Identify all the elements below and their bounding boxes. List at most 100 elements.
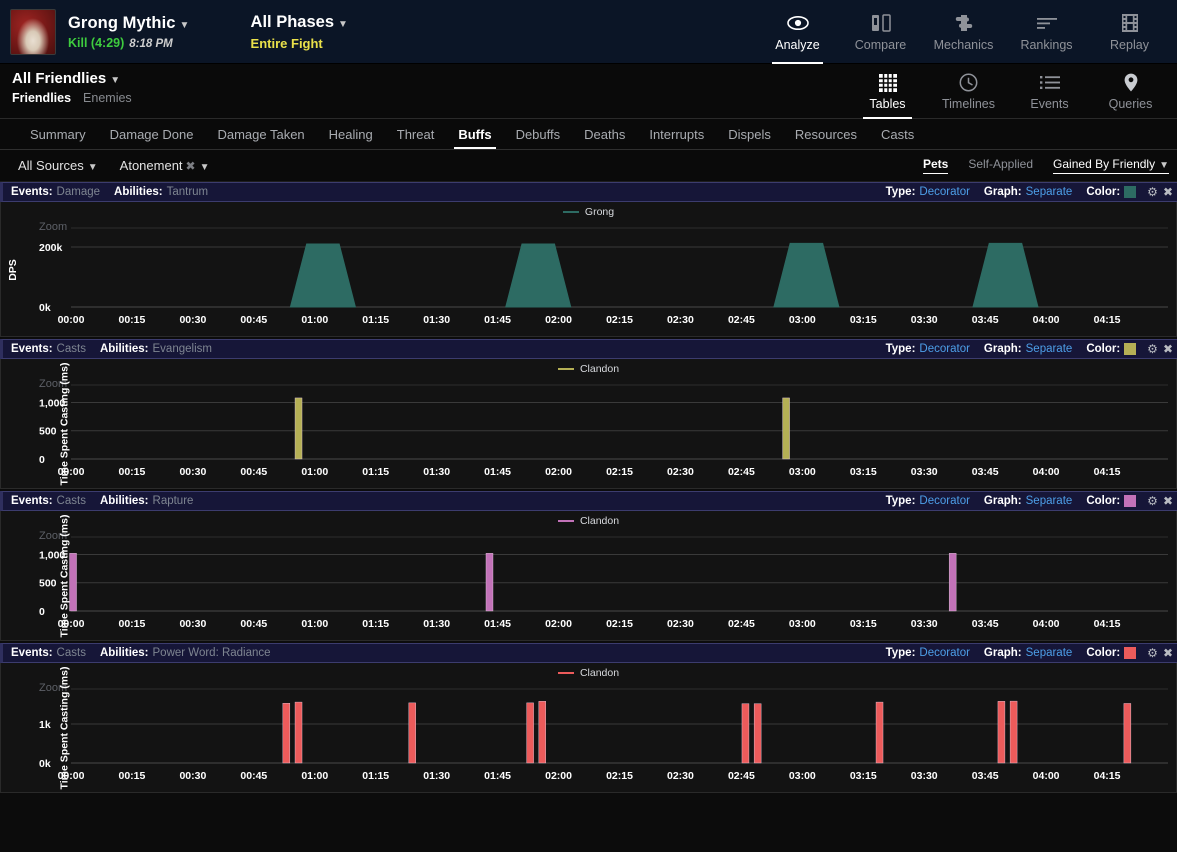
panel-abilities-group: Abilities: Power Word: Radiance [100, 647, 271, 659]
grid-icon [878, 73, 897, 93]
abilities-key: Abilities: [99, 343, 149, 355]
toggle-enemies[interactable]: Enemies [83, 91, 132, 105]
close-x-icon[interactable]: ✖ [1163, 342, 1173, 356]
chart[interactable]: 1,000 500 0 00:00 00:15 00:30 00:45 01:00 01:15 0… [1, 359, 1176, 489]
chart-legend: Clandon [1, 515, 1176, 527]
subnav-label: Timelines [941, 96, 996, 111]
svg-text:04:00: 04:00 [1033, 618, 1060, 630]
ability-filter-label: Atonement [119, 158, 183, 173]
events-value[interactable]: Casts [57, 343, 86, 355]
close-x-icon[interactable]: ✖ [1163, 646, 1173, 660]
option-pets[interactable]: Pets [922, 157, 949, 174]
legend-color-line [557, 672, 574, 674]
tab-damage-taken[interactable]: Damage Taken [205, 119, 316, 149]
abilities-value[interactable]: Evangelism [153, 343, 212, 355]
subnav-item-tables[interactable]: Tables [847, 64, 928, 119]
tab-interrupts[interactable]: Interrupts [637, 119, 716, 149]
events-value[interactable]: Casts [57, 647, 86, 659]
tab-deaths[interactable]: Deaths [572, 119, 637, 149]
svg-text:00:45: 00:45 [240, 314, 267, 326]
type-key: Type: [885, 186, 916, 198]
svg-text:03:45: 03:45 [972, 466, 999, 478]
svg-text:00:30: 00:30 [179, 466, 206, 478]
gear-icon[interactable]: ⚙ [1147, 342, 1158, 356]
close-x-icon[interactable]: ✖ [1163, 185, 1173, 199]
zoom-label[interactable]: Zoom [39, 221, 67, 233]
tab-debuffs[interactable]: Debuffs [504, 119, 573, 149]
svg-text:03:45: 03:45 [972, 618, 999, 630]
type-value[interactable]: Decorator [919, 186, 970, 198]
gear-icon[interactable]: ⚙ [1147, 646, 1158, 660]
all-sources-dropdown[interactable]: All Sources ▼ [18, 158, 98, 173]
puzzle-icon [954, 12, 974, 34]
tab-summary[interactable]: Summary [18, 119, 98, 149]
tab-buffs[interactable]: Buffs [446, 119, 503, 149]
abilities-value[interactable]: Tantrum [167, 186, 209, 198]
phase-selector[interactable]: All Phases ▼ [251, 13, 348, 32]
toggle-friendlies[interactable]: Friendlies [12, 91, 71, 105]
color-swatch[interactable] [1124, 495, 1137, 507]
type-value[interactable]: Decorator [919, 647, 970, 659]
tab-threat[interactable]: Threat [385, 119, 447, 149]
legend-label: Clandon [579, 363, 620, 375]
svg-text:03:15: 03:15 [850, 314, 877, 326]
nav-item-replay[interactable]: Replay [1088, 0, 1171, 64]
nav-item-compare[interactable]: Compare [839, 0, 922, 64]
svg-text:01:45: 01:45 [484, 466, 511, 478]
tab-dispels[interactable]: Dispels [716, 119, 783, 149]
nav-item-analyze[interactable]: Analyze [756, 0, 839, 64]
svg-text:04:00: 04:00 [1033, 314, 1060, 326]
tab-casts[interactable]: Casts [869, 119, 926, 149]
subnav-item-events[interactable]: Events [1009, 64, 1090, 119]
ability-filter-dropdown[interactable]: Atonement ✖ ▼ [120, 158, 210, 173]
subnav-item-timelines[interactable]: Timelines [928, 64, 1009, 119]
tab-healing[interactable]: Healing [317, 119, 385, 149]
type-value[interactable]: Decorator [919, 495, 970, 507]
abilities-value[interactable]: Rapture [153, 495, 194, 507]
graph-value[interactable]: Separate [1026, 495, 1073, 507]
gear-icon[interactable]: ⚙ [1147, 185, 1158, 199]
primary-nav: Analyze Compare Mechanics Rankings Repla… [756, 0, 1171, 64]
nav-item-rankings[interactable]: Rankings [1005, 0, 1088, 64]
boss-selector[interactable]: Grong Mythic ▼ [68, 14, 190, 33]
svg-text:01:30: 01:30 [423, 770, 450, 782]
svg-text:01:15: 01:15 [362, 770, 389, 782]
secondary-header-bar: All Friendlies ▼ Friendlies Enemies Tables… [0, 64, 1177, 119]
chart-legend: Grong [1, 206, 1176, 218]
panel-header-controls: Type: Decorator Graph: Separate Color: ⚙ ✖ [886, 494, 1173, 508]
gained-by-friendly-label: Gained By Friendly [1053, 157, 1156, 171]
color-swatch[interactable] [1124, 186, 1137, 198]
chart[interactable]: 200k 0k 00:00 00:15 00:30 00:45 01:00 01:15 01:3… [1, 202, 1176, 337]
y-axis-tick-labels: 200k 0k [39, 242, 63, 314]
option-gained-by-friendly[interactable]: Gained By Friendly ▼ [1053, 157, 1169, 174]
events-value[interactable]: Casts [57, 495, 86, 507]
bar [294, 701, 303, 764]
svg-text:02:45: 02:45 [728, 466, 755, 478]
tab-damage-done[interactable]: Damage Done [98, 119, 206, 149]
panel-type-group: Type: Decorator [886, 343, 970, 355]
tab-resources[interactable]: Resources [783, 119, 869, 149]
events-value[interactable]: Damage [57, 186, 100, 198]
color-swatch[interactable] [1124, 343, 1137, 355]
close-x-icon[interactable]: ✖ [186, 159, 196, 173]
svg-text:02:15: 02:15 [606, 618, 633, 630]
nav-item-mechanics[interactable]: Mechanics [922, 0, 1005, 64]
chart[interactable]: 1k 0k 00:00 00:15 00:30 00:45 01:00 01:15 01:30 0… [1, 663, 1176, 793]
gear-icon[interactable]: ⚙ [1147, 494, 1158, 508]
graph-value[interactable]: Separate [1026, 343, 1073, 355]
svg-text:01:45: 01:45 [484, 314, 511, 326]
abilities-value[interactable]: Power Word: Radiance [153, 647, 271, 659]
graph-value[interactable]: Separate [1026, 647, 1073, 659]
chart[interactable]: 1,000 500 0 00:00 00:15 00:30 00:45 01:00 01:15 0… [1, 511, 1176, 641]
graph-value[interactable]: Separate [1026, 186, 1073, 198]
svg-text:03:30: 03:30 [911, 466, 938, 478]
type-value[interactable]: Decorator [919, 343, 970, 355]
color-swatch[interactable] [1124, 647, 1137, 659]
option-self-applied[interactable]: Self-Applied [968, 157, 1033, 174]
svg-text:0k: 0k [39, 302, 51, 314]
svg-text:03:30: 03:30 [911, 618, 938, 630]
bar [1123, 703, 1132, 764]
svg-text:01:00: 01:00 [301, 618, 328, 630]
close-x-icon[interactable]: ✖ [1163, 494, 1173, 508]
subnav-item-queries[interactable]: Queries [1090, 64, 1171, 119]
